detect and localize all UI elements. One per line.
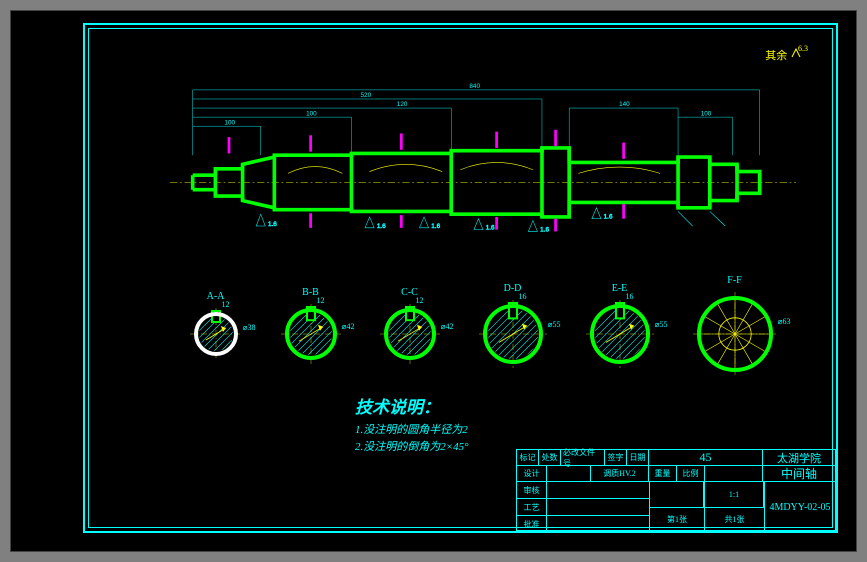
section-CC: C-C ⌀42 12 — [380, 287, 440, 364]
tb-hdr-mark: 标记 — [517, 450, 539, 465]
note-label: 其余 — [765, 50, 787, 62]
tb-blank — [705, 466, 763, 481]
section-key: 12 — [222, 300, 230, 309]
tb-total: 共1张 — [705, 508, 764, 533]
section-dia: ⌀63 — [778, 317, 791, 326]
section-dia: ⌀38 — [243, 323, 256, 332]
svg-text:1.6: 1.6 — [486, 225, 495, 232]
tb-scale: 1:1 — [705, 482, 764, 508]
tb-check-sig — [547, 482, 649, 498]
drawing-frame: 其余 6.3 840 520 100 100 120 140 100 — [83, 23, 838, 533]
svg-text:1.6: 1.6 — [604, 214, 613, 221]
tb-role-check: 审核 — [517, 482, 547, 498]
technical-notes: 技术说明： 1.没注明的圆角半径为2 2.没注明的倒角为2×45° — [355, 393, 469, 455]
title-block: 标记 处数 必改文件号 签字 日期 45 太湖学院 设计 调质HV.2 重量 比… — [516, 449, 836, 531]
section-key: 16 — [519, 292, 527, 301]
section-circle-icon — [190, 308, 242, 360]
section-EE: E-E ⌀55 16 — [586, 283, 654, 368]
section-BB: B-B ⌀42 12 — [281, 287, 341, 364]
section-key: 12 — [317, 296, 325, 305]
dim-4: 100 — [306, 110, 317, 117]
tb-part: 中间轴 — [763, 466, 835, 481]
dim-5: 120 — [397, 101, 408, 108]
roughness-value: 6.3 — [798, 44, 808, 53]
surface-finish-note: 其余 6.3 — [765, 47, 806, 63]
svg-text:1.6: 1.6 — [377, 223, 386, 230]
dim-2: 520 — [361, 92, 372, 99]
dim-3: 100 — [224, 119, 235, 126]
tb-hdr-date: 日期 — [627, 450, 649, 465]
section-circle-icon — [281, 304, 341, 364]
svg-text:1.6: 1.6 — [540, 226, 549, 233]
shaft-drawing: 840 520 100 100 120 140 100 — [170, 75, 796, 240]
tech-line-2: 2.没注明的倒角为2×45° — [355, 438, 469, 454]
section-views: A-A ⌀38 12 B-B ⌀42 12 C-C ⌀42 12 D-D ⌀55… — [170, 265, 796, 385]
svg-text:1.6: 1.6 — [431, 223, 440, 230]
tb-sheet: 第1张 — [650, 508, 704, 533]
tb-role-appr: 批准 — [517, 516, 547, 532]
tb-appr-sig — [547, 516, 649, 532]
tb-material: 45 — [649, 450, 763, 465]
tb-school: 太湖学院 — [763, 450, 835, 465]
section-AA: A-A ⌀38 12 — [190, 291, 242, 360]
tb-hdr-doc: 必改文件号 — [561, 450, 605, 465]
section-FF: F-F ⌀63 — [693, 275, 777, 376]
section-circle-icon — [479, 300, 547, 368]
section-key: 16 — [626, 292, 634, 301]
section-dia: ⌀55 — [548, 320, 561, 329]
section-dia: ⌀42 — [441, 322, 454, 331]
tb-scale-lbl: 比例 — [677, 466, 705, 481]
section-dia: ⌀42 — [342, 322, 355, 331]
dim-overall: 840 — [469, 83, 480, 90]
tb-role-proc: 工艺 — [517, 499, 547, 515]
tb-treat: 调质HV.2 — [591, 466, 649, 481]
tb-mass-lbl: 重量 — [649, 466, 677, 481]
dim-7: 100 — [701, 110, 712, 117]
tb-dwg-no: 4MDYY-02-05 — [765, 482, 835, 532]
main-shaft-view: 840 520 100 100 120 140 100 — [170, 75, 796, 240]
drawing-canvas: 其余 6.3 840 520 100 100 120 140 100 — [10, 10, 857, 552]
tech-line-1: 1.没注明的圆角半径为2 — [355, 421, 469, 437]
section-DD: D-D ⌀55 16 — [479, 283, 547, 368]
tech-title: 技术说明： — [355, 393, 469, 418]
dim-6: 140 — [619, 101, 630, 108]
section-key: 12 — [416, 296, 424, 305]
section-circle-icon — [693, 292, 777, 376]
tb-design-sig — [547, 466, 591, 481]
tb-hdr-sig: 签字 — [605, 450, 627, 465]
section-dia: ⌀55 — [655, 320, 668, 329]
section-circle-icon — [380, 304, 440, 364]
finish-marks: 1.6 1.6 1.6 1.6 1.6 1.6 — [256, 208, 725, 234]
tb-proc-sig — [547, 499, 649, 515]
section-circle-icon — [586, 300, 654, 368]
svg-text:1.6: 1.6 — [268, 221, 277, 228]
tb-hdr-qty: 处数 — [539, 450, 561, 465]
tb-role-design: 设计 — [517, 466, 547, 481]
section-label: F-F — [727, 275, 741, 286]
